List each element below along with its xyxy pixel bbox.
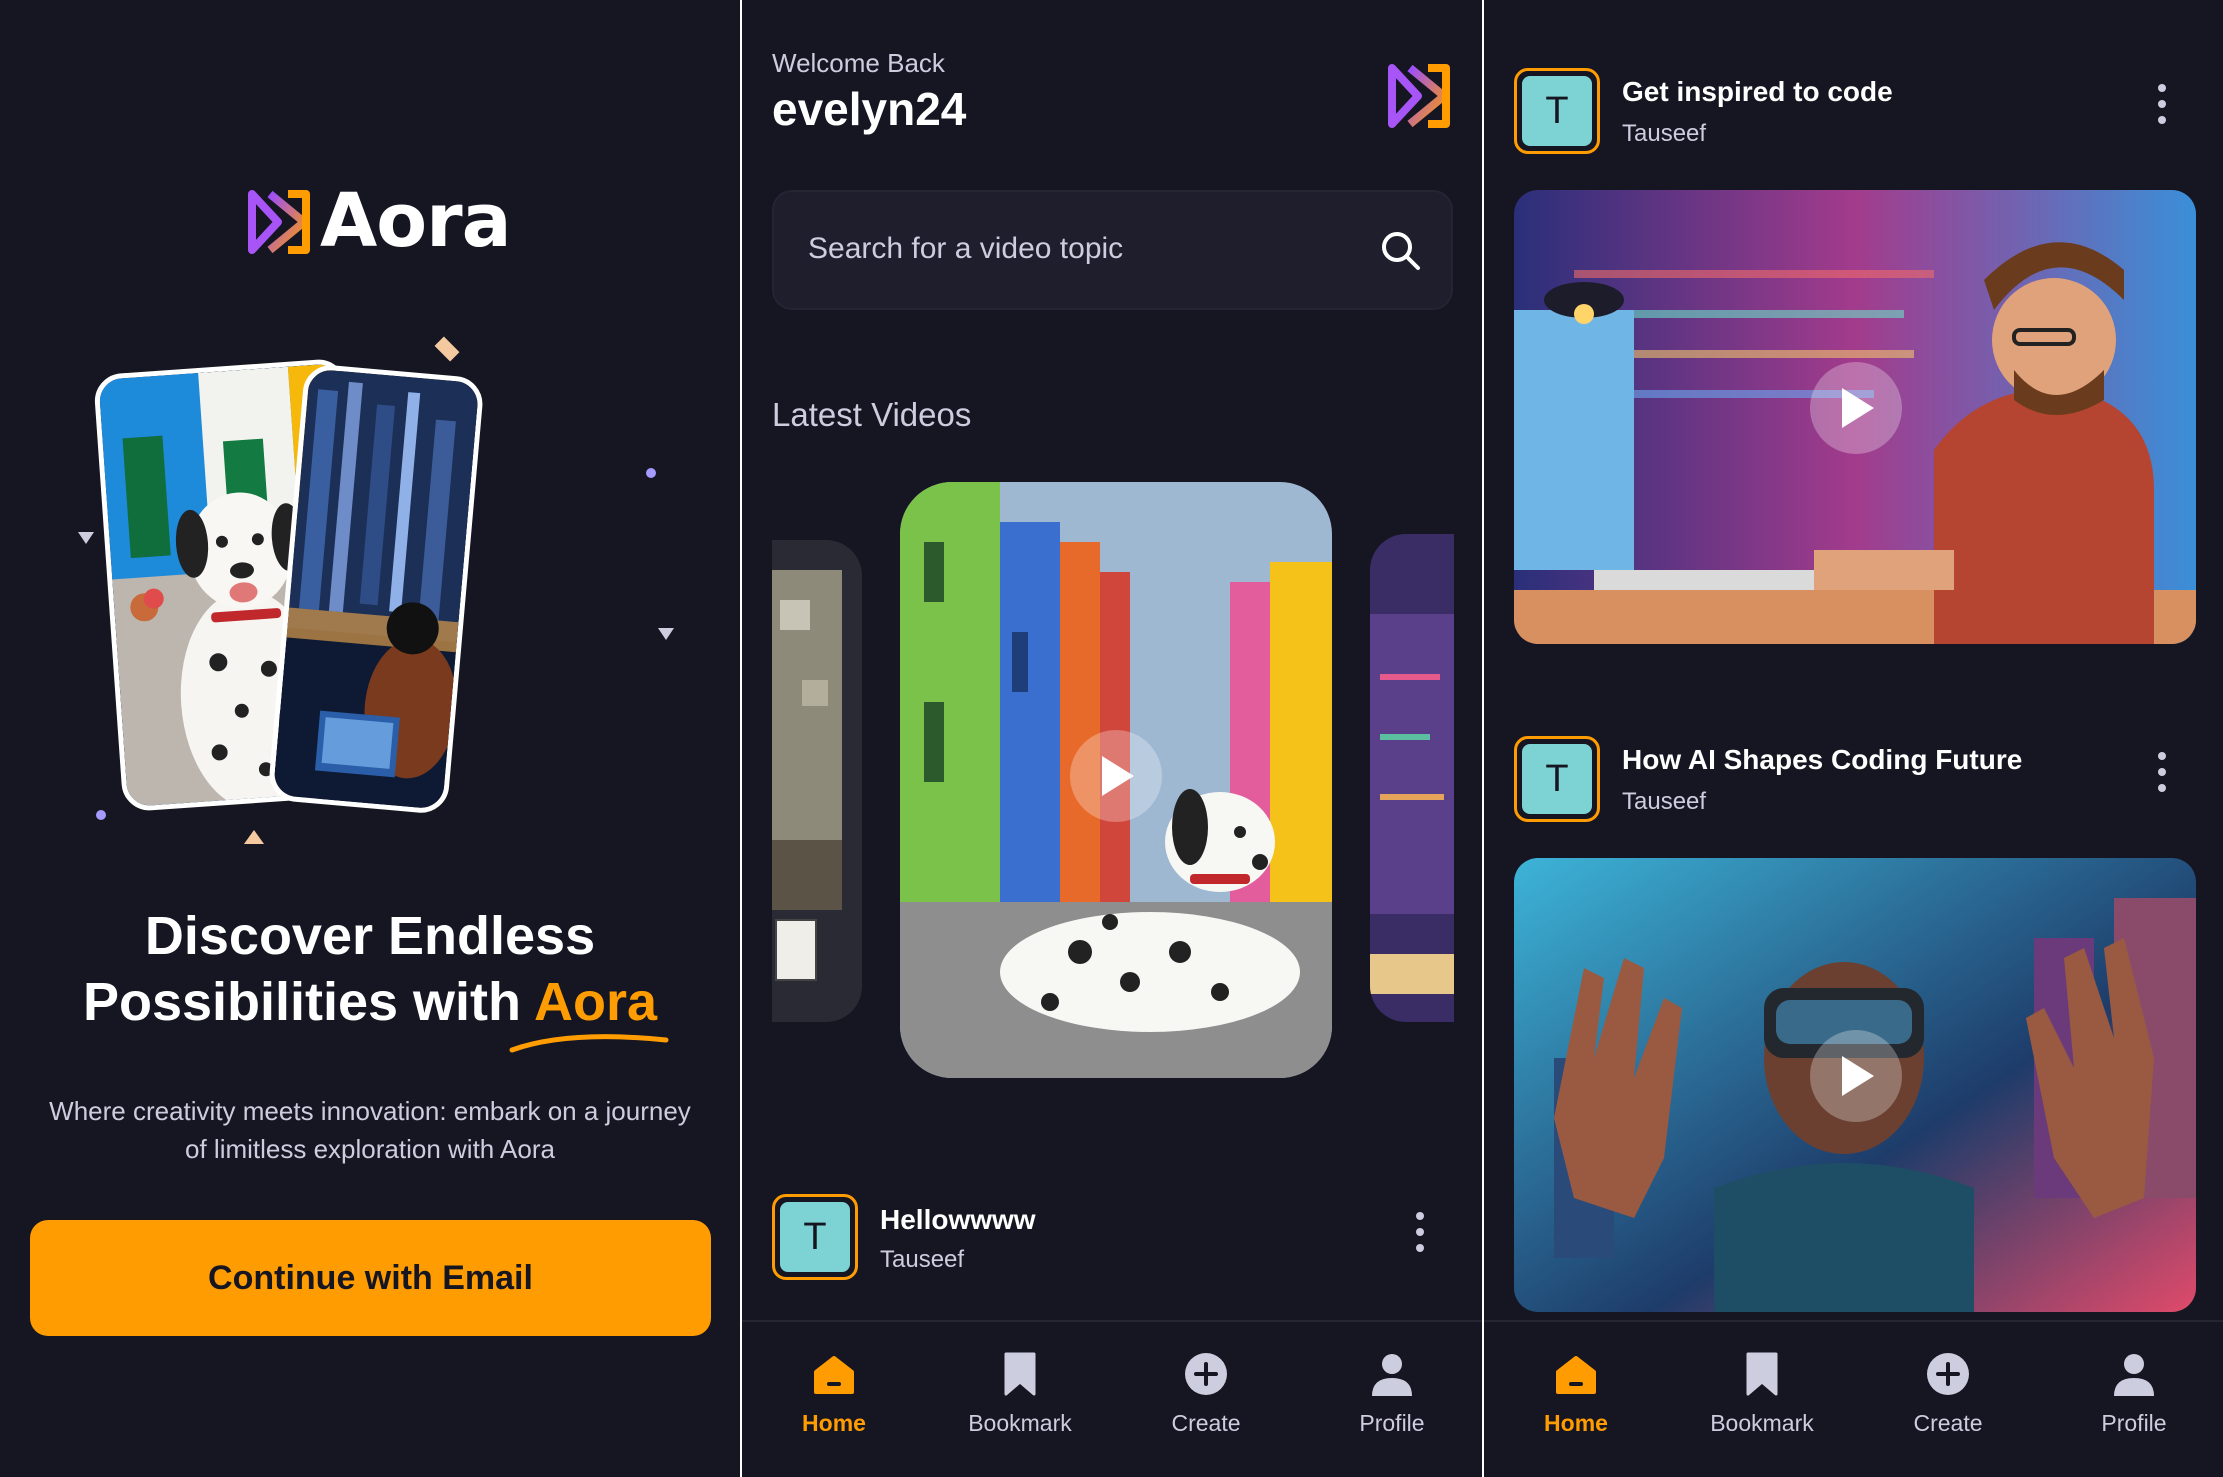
play-button[interactable] [1070, 730, 1162, 822]
play-icon [1842, 388, 1874, 428]
search-input[interactable]: Search for a video topic [772, 190, 1453, 310]
home-screen: Welcome Back evelyn24 Search for a video… [742, 0, 1482, 1477]
carousel-item-left[interactable] [772, 540, 862, 1022]
decor-dot [96, 810, 106, 820]
home-icon [1556, 1356, 1596, 1394]
tab-label: Home [802, 1410, 866, 1436]
carousel-item-active[interactable] [900, 482, 1332, 1078]
avatar[interactable]: T [1514, 736, 1600, 822]
hero-title-accent: Aora [534, 972, 658, 1032]
search-placeholder: Search for a video topic [808, 232, 1124, 265]
more-options-icon[interactable] [2156, 752, 2168, 792]
play-icon [1102, 756, 1134, 796]
latest-videos-title: Latest Videos [772, 396, 972, 433]
plus-circle-icon [1185, 1353, 1227, 1395]
video-title[interactable]: How AI Shapes Coding Future [1622, 744, 2022, 776]
hero-title-line2: Possibilities with Aora [0, 969, 740, 1035]
tab-label: Profile [1359, 1410, 1425, 1436]
home-icon [814, 1356, 854, 1394]
decor-triangle [78, 532, 94, 544]
plus-circle-icon [1927, 1353, 1969, 1395]
decor-triangle [658, 628, 674, 640]
video-card[interactable] [1514, 190, 2196, 644]
more-options-icon[interactable] [1414, 1212, 1426, 1252]
more-options-icon[interactable] [2156, 84, 2168, 124]
feed-screen: T Get inspired to code Tauseef T How AI … [1484, 0, 2223, 1477]
hero-card-hacker [267, 362, 485, 816]
hero-illustration [60, 320, 680, 860]
profile-icon [2114, 1354, 2154, 1396]
accent-underline [509, 1034, 669, 1053]
carousel-item-right[interactable] [1370, 534, 1454, 1022]
hacker-image [271, 368, 485, 816]
avatar-letter: T [780, 1202, 850, 1272]
video-thumbnail [772, 540, 862, 1022]
bookmark-icon [1746, 1352, 1778, 1396]
tab-label: Home [1544, 1410, 1608, 1436]
app-logo: Aora [244, 178, 512, 270]
welcome-text: Welcome Back [772, 48, 945, 78]
bottom-tab-bar: Home Bookmark Create Profile [742, 1320, 1482, 1477]
video-title[interactable]: Get inspired to code [1622, 76, 1893, 108]
tab-bookmark[interactable]: Bookmark [1682, 1350, 1842, 1437]
app-logo-text: Aora [320, 178, 512, 264]
tab-label: Bookmark [968, 1410, 1072, 1436]
username: evelyn24 [772, 83, 967, 135]
video-title[interactable]: Hellowwww [880, 1204, 1036, 1236]
video-author: Tauseef [1622, 788, 1707, 815]
bookmark-icon [1004, 1352, 1036, 1396]
video-thumbnail [1370, 534, 1454, 1022]
decor-diamond [434, 336, 460, 362]
tab-home[interactable]: Home [754, 1350, 914, 1437]
tab-label: Create [1913, 1410, 1983, 1436]
tab-label: Create [1171, 1410, 1241, 1436]
aora-logo-icon [1388, 64, 1450, 128]
decor-triangle [244, 830, 264, 844]
video-author: Tauseef [1622, 120, 1707, 147]
avatar[interactable]: T [1514, 68, 1600, 154]
video-card[interactable] [1514, 858, 2196, 1312]
tab-label: Profile [2101, 1410, 2167, 1436]
decor-dot [646, 468, 656, 478]
hero-title-line1: Discover Endless [144, 906, 596, 966]
play-icon [1842, 1056, 1874, 1096]
hero-title-line2-prefix: Possibilities with [82, 972, 522, 1032]
tab-create[interactable]: Create [1126, 1350, 1286, 1437]
profile-icon [1372, 1354, 1412, 1396]
tab-profile[interactable]: Profile [1312, 1350, 1472, 1437]
play-button[interactable] [1810, 1030, 1902, 1122]
hero-subtitle: Where creativity meets innovation: embar… [49, 1096, 691, 1164]
avatar-letter: T [1522, 744, 1592, 814]
tab-label: Bookmark [1710, 1410, 1814, 1436]
tab-bookmark[interactable]: Bookmark [940, 1350, 1100, 1437]
avatar[interactable]: T [772, 1194, 858, 1280]
tab-profile[interactable]: Profile [2054, 1350, 2214, 1437]
continue-with-email-button[interactable]: Continue with Email [30, 1220, 711, 1336]
bottom-tab-bar: Home Bookmark Create Profile [1484, 1320, 2223, 1477]
play-button[interactable] [1810, 362, 1902, 454]
tab-home[interactable]: Home [1496, 1350, 1656, 1437]
video-author: Tauseef [880, 1246, 965, 1273]
aora-logo-icon [248, 190, 310, 254]
hero-title: Discover Endless Possibilities with Aora [0, 903, 740, 1035]
avatar-letter: T [1522, 76, 1592, 146]
onboarding-screen: Aora Discover Endless Possibilities with… [0, 0, 740, 1477]
tab-create[interactable]: Create [1868, 1350, 2028, 1437]
search-icon[interactable] [1380, 230, 1422, 272]
